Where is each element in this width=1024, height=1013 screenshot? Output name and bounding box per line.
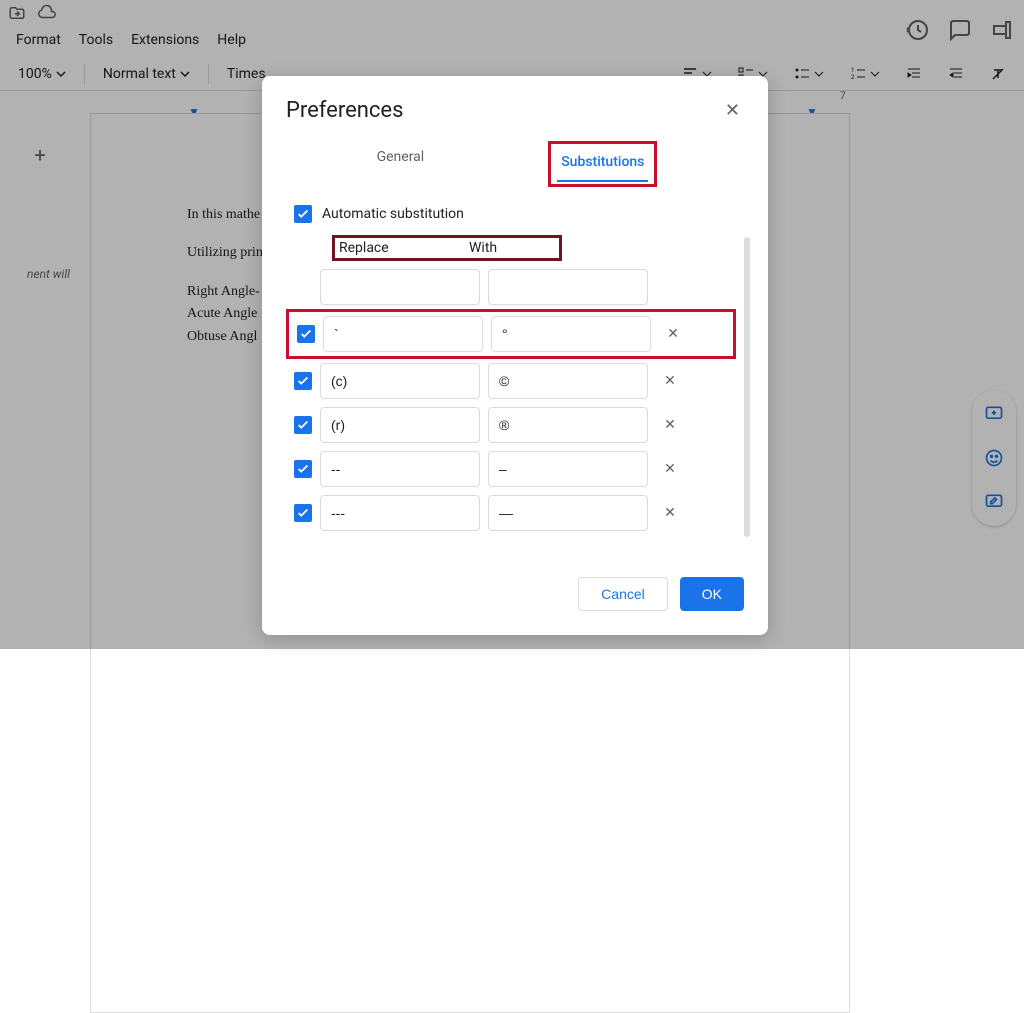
dialog-footer: Cancel OK	[262, 543, 768, 635]
preferences-dialog: Preferences ✕ General Substitutions Auto…	[262, 76, 768, 635]
replace-input[interactable]	[320, 269, 480, 305]
dialog-close-button[interactable]: ✕	[721, 96, 744, 125]
check-icon	[296, 462, 310, 476]
substitution-row: ✕	[294, 403, 736, 447]
delete-row-button[interactable]: ✕	[660, 417, 680, 433]
replace-input[interactable]	[320, 451, 480, 487]
substitution-table: Replace With ✕ ✕ ✕ ✕ ✕	[294, 235, 736, 535]
substitution-enabled-checkbox[interactable]	[294, 504, 312, 522]
header-with: With	[469, 240, 497, 256]
substitution-row: ✕	[294, 491, 736, 535]
check-icon	[296, 506, 310, 520]
replace-input[interactable]	[320, 495, 480, 531]
tab-general[interactable]: General	[373, 141, 429, 187]
tab-substitutions[interactable]: Substitutions	[557, 146, 648, 182]
check-icon	[296, 418, 310, 432]
ok-button[interactable]: OK	[680, 577, 744, 611]
scrollbar[interactable]	[744, 237, 750, 537]
with-input[interactable]	[488, 451, 648, 487]
delete-row-button[interactable]: ✕	[660, 461, 680, 477]
substitution-enabled-checkbox[interactable]	[297, 325, 315, 343]
automatic-substitution-row: Automatic substitution	[294, 205, 736, 223]
substitution-row: ✕	[286, 309, 736, 359]
replace-input[interactable]	[320, 363, 480, 399]
delete-row-button[interactable]: ✕	[663, 326, 683, 342]
header-highlight: Replace With	[332, 235, 562, 261]
check-icon	[296, 374, 310, 388]
dialog-title: Preferences	[286, 98, 403, 123]
with-input[interactable]	[488, 407, 648, 443]
cancel-button[interactable]: Cancel	[578, 577, 668, 611]
substitution-header: Replace With	[294, 235, 736, 265]
delete-row-button[interactable]: ✕	[660, 505, 680, 521]
substitution-row: ✕	[294, 359, 736, 403]
dialog-header: Preferences ✕	[262, 76, 768, 133]
with-input[interactable]	[491, 316, 651, 352]
automatic-substitution-checkbox[interactable]	[294, 205, 312, 223]
with-input[interactable]	[488, 269, 648, 305]
dialog-tabs: General Substitutions	[262, 133, 768, 187]
dialog-body: Automatic substitution Replace With ✕ ✕ ✕ ✕…	[262, 187, 768, 543]
check-icon	[296, 207, 310, 221]
substitution-enabled-checkbox[interactable]	[294, 416, 312, 434]
automatic-substitution-label: Automatic substitution	[322, 206, 464, 222]
check-icon	[299, 327, 313, 341]
substitution-enabled-checkbox[interactable]	[294, 460, 312, 478]
header-replace: Replace	[335, 240, 469, 256]
with-input[interactable]	[488, 495, 648, 531]
substitution-enabled-checkbox[interactable]	[294, 372, 312, 390]
substitution-row	[294, 265, 736, 309]
substitution-row: ✕	[294, 447, 736, 491]
replace-input[interactable]	[323, 316, 483, 352]
with-input[interactable]	[488, 363, 648, 399]
tab-substitutions-highlight: Substitutions	[548, 141, 657, 187]
delete-row-button[interactable]: ✕	[660, 373, 680, 389]
replace-input[interactable]	[320, 407, 480, 443]
